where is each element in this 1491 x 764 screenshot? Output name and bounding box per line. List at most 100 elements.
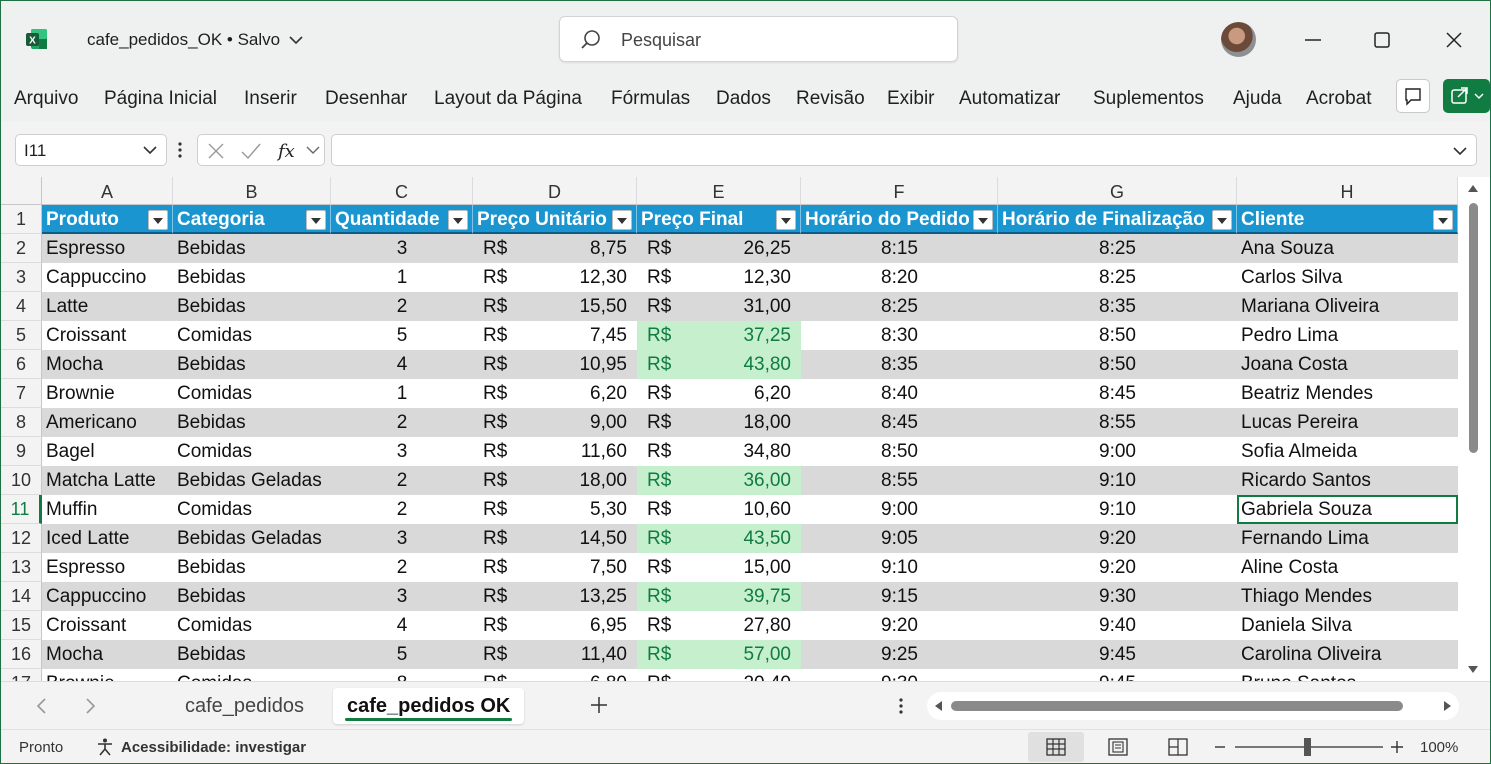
cell-horario-pedido[interactable]: 8:30 xyxy=(801,321,998,350)
cell-produto[interactable]: Cappuccino xyxy=(42,582,173,611)
filter-dropdown-icon[interactable] xyxy=(148,210,168,230)
cell-horario-finalizacao[interactable]: 9:40 xyxy=(998,611,1237,640)
cell-quantidade[interactable]: 4 xyxy=(331,350,473,379)
expand-formula-bar-icon[interactable] xyxy=(1452,145,1468,157)
cell-preco-unitario[interactable]: R$ 15,50 xyxy=(473,292,637,321)
cell-horario-finalizacao[interactable]: 8:25 xyxy=(998,234,1237,263)
cell-horario-pedido[interactable]: 8:40 xyxy=(801,379,998,408)
cell-preco-unitario[interactable]: R$ 6,20 xyxy=(473,379,637,408)
cell-produto[interactable]: Matcha Latte xyxy=(42,466,173,495)
cell-cliente[interactable]: Fernando Lima xyxy=(1237,524,1458,553)
cell-horario-finalizacao[interactable]: 8:45 xyxy=(998,379,1237,408)
cell-cliente[interactable]: Carolina Oliveira xyxy=(1237,640,1458,669)
cell-horario-finalizacao[interactable]: 9:00 xyxy=(998,437,1237,466)
header-cell-horario-finalizacao[interactable]: Horário de Finalização xyxy=(998,205,1237,234)
cell-horario-pedido[interactable]: 8:35 xyxy=(801,350,998,379)
cell-produto[interactable]: Espresso xyxy=(42,234,173,263)
scroll-left-icon[interactable] xyxy=(933,700,943,712)
normal-view-button[interactable] xyxy=(1028,732,1084,762)
cell-produto[interactable]: Espresso xyxy=(42,553,173,582)
cell-cliente[interactable]: Gabriela Souza xyxy=(1237,495,1458,524)
column-header-d[interactable]: D xyxy=(473,177,637,205)
column-header-h[interactable]: H xyxy=(1237,177,1458,205)
cell-preco-final[interactable]: R$ 12,30 xyxy=(637,263,801,292)
cell-preco-unitario[interactable]: R$ 10,95 xyxy=(473,350,637,379)
cell-horario-finalizacao[interactable]: 9:20 xyxy=(998,553,1237,582)
row-header[interactable]: 5 xyxy=(1,321,42,350)
row-header[interactable]: 15 xyxy=(1,611,42,640)
cell-preco-final[interactable]: R$ 37,25 xyxy=(637,321,801,350)
scroll-right-icon[interactable] xyxy=(1443,700,1453,712)
cancel-icon[interactable] xyxy=(206,141,226,161)
cell-categoria[interactable]: Comidas xyxy=(173,611,331,640)
chevron-right-icon[interactable] xyxy=(83,697,97,715)
cell-categoria[interactable]: Comidas xyxy=(173,437,331,466)
filter-dropdown-icon[interactable] xyxy=(973,210,993,230)
tab-dados[interactable]: Dados xyxy=(716,88,771,110)
cell-categoria[interactable]: Bebidas Geladas xyxy=(173,524,331,553)
share-button[interactable] xyxy=(1443,79,1490,113)
cell-cliente[interactable]: Lucas Pereira xyxy=(1237,408,1458,437)
filter-dropdown-icon[interactable] xyxy=(1433,210,1453,230)
cell-preco-final[interactable]: R$ 18,00 xyxy=(637,408,801,437)
cell-produto[interactable]: Iced Latte xyxy=(42,524,173,553)
tab-pagina-inicial[interactable]: Página Inicial xyxy=(104,88,217,110)
column-header-c[interactable]: C xyxy=(331,177,473,205)
cell-horario-pedido[interactable]: 9:20 xyxy=(801,611,998,640)
page-layout-view-button[interactable] xyxy=(1090,732,1146,762)
comments-button[interactable] xyxy=(1396,79,1430,113)
cell-quantidade[interactable]: 1 xyxy=(331,379,473,408)
cell-preco-unitario[interactable]: R$ 7,45 xyxy=(473,321,637,350)
cell-preco-unitario[interactable]: R$ 14,50 xyxy=(473,524,637,553)
cell-quantidade[interactable]: 8 xyxy=(331,669,473,681)
cell-preco-final[interactable]: R$ 27,80 xyxy=(637,611,801,640)
search-box[interactable]: Pesquisar xyxy=(559,16,958,62)
row-header[interactable]: 9 xyxy=(1,437,42,466)
formula-input[interactable] xyxy=(331,134,1477,166)
cell-horario-finalizacao[interactable]: 9:30 xyxy=(998,582,1237,611)
cell-horario-finalizacao[interactable]: 8:50 xyxy=(998,350,1237,379)
row-header[interactable]: 7 xyxy=(1,379,42,408)
cell-produto[interactable]: Americano xyxy=(42,408,173,437)
zoom-out-icon[interactable] xyxy=(1214,740,1226,754)
row-header[interactable]: 2 xyxy=(1,234,42,263)
row-header[interactable]: 16 xyxy=(1,640,42,669)
cell-preco-final[interactable]: R$ 43,80 xyxy=(637,350,801,379)
cell-preco-final[interactable]: R$ 36,00 xyxy=(637,466,801,495)
cell-produto[interactable]: Croissant xyxy=(42,321,173,350)
cell-cliente[interactable]: Pedro Lima xyxy=(1237,321,1458,350)
row-header[interactable]: 10 xyxy=(1,466,42,495)
tab-ajuda[interactable]: Ajuda xyxy=(1233,88,1282,110)
row-header[interactable]: 1 xyxy=(1,205,42,234)
cell-categoria[interactable]: Bebidas xyxy=(173,263,331,292)
cell-cliente[interactable]: Bruno Santos xyxy=(1237,669,1458,681)
close-icon[interactable] xyxy=(1439,25,1469,55)
cell-categoria[interactable]: Bebidas xyxy=(173,582,331,611)
cell-horario-pedido[interactable]: 8:50 xyxy=(801,437,998,466)
column-header-b[interactable]: B xyxy=(173,177,331,205)
cell-quantidade[interactable]: 3 xyxy=(331,582,473,611)
filter-dropdown-icon[interactable] xyxy=(776,210,796,230)
cell-quantidade[interactable]: 2 xyxy=(331,553,473,582)
cell-categoria[interactable]: Bebidas xyxy=(173,292,331,321)
cell-cliente[interactable]: Beatriz Mendes xyxy=(1237,379,1458,408)
cell-produto[interactable]: Bagel xyxy=(42,437,173,466)
tab-automatizar[interactable]: Automatizar xyxy=(959,88,1060,110)
horizontal-scrollbar[interactable] xyxy=(927,692,1459,720)
cell-quantidade[interactable]: 2 xyxy=(331,466,473,495)
sheet-tab-cafe-pedidos[interactable]: cafe_pedidos xyxy=(171,688,318,724)
cell-preco-final[interactable]: R$ 6,20 xyxy=(637,379,801,408)
cell-preco-unitario[interactable]: R$ 11,60 xyxy=(473,437,637,466)
cell-horario-finalizacao[interactable]: 8:55 xyxy=(998,408,1237,437)
cell-preco-final[interactable]: R$ 20,40 xyxy=(637,669,801,681)
filter-dropdown-icon[interactable] xyxy=(612,210,632,230)
cell-horario-pedido[interactable]: 8:15 xyxy=(801,234,998,263)
cell-categoria[interactable]: Bebidas xyxy=(173,234,331,263)
cell-categoria[interactable]: Bebidas xyxy=(173,553,331,582)
cell-quantidade[interactable]: 1 xyxy=(331,263,473,292)
cell-preco-final[interactable]: R$ 34,80 xyxy=(637,437,801,466)
cell-horario-pedido[interactable]: 9:15 xyxy=(801,582,998,611)
cell-quantidade[interactable]: 3 xyxy=(331,234,473,263)
cell-categoria[interactable]: Bebidas xyxy=(173,408,331,437)
cell-horario-pedido[interactable]: 8:55 xyxy=(801,466,998,495)
